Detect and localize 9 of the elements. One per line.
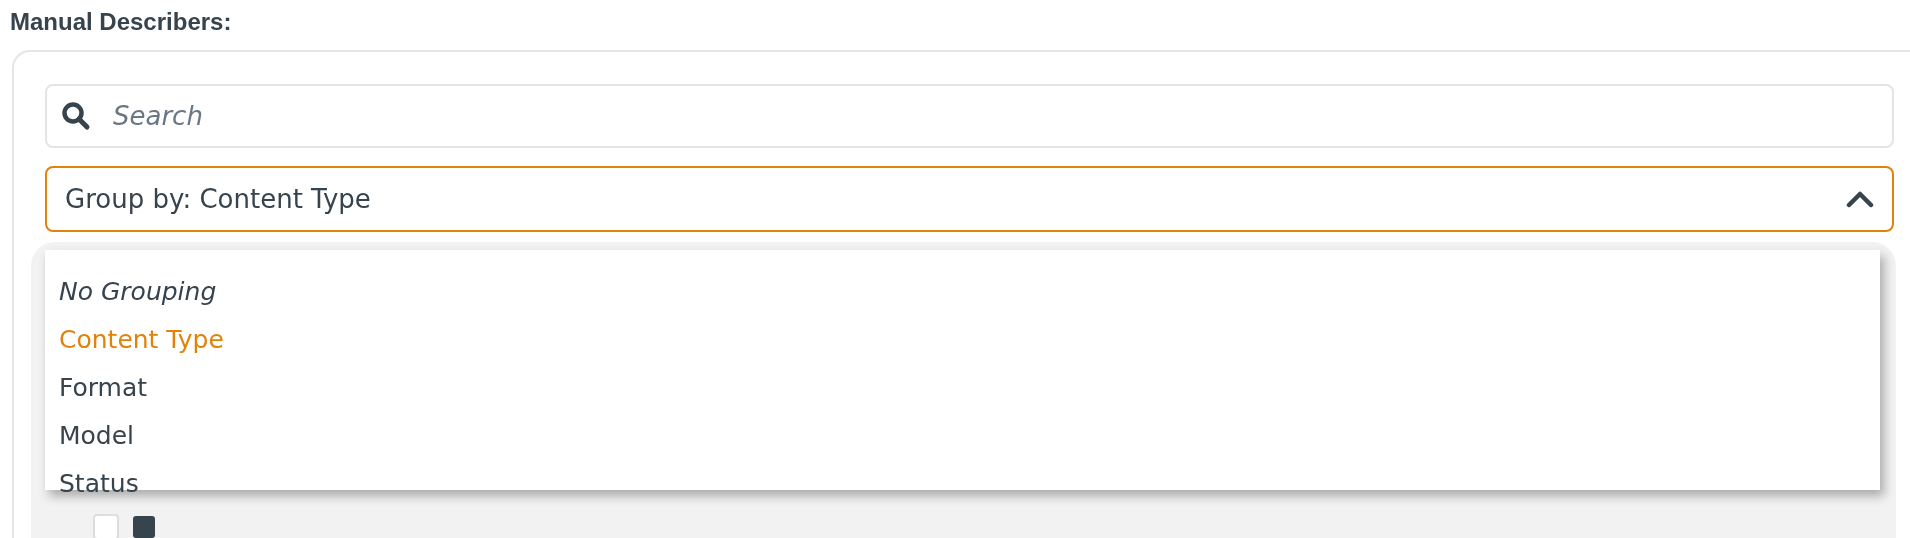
menu-option[interactable]: Model — [45, 412, 149, 460]
menu-option[interactable]: Status — [45, 460, 153, 508]
section-heading: Manual Describers: — [10, 8, 233, 37]
chevron-icon — [1846, 190, 1874, 208]
checkbox[interactable] — [93, 514, 119, 538]
group-by-select[interactable]: Group by: Content Type — [45, 166, 1894, 232]
menu-option[interactable]: Format — [45, 364, 162, 412]
menu-option[interactable]: No Grouping — [45, 268, 231, 316]
search-field[interactable]: Search — [45, 84, 1894, 148]
